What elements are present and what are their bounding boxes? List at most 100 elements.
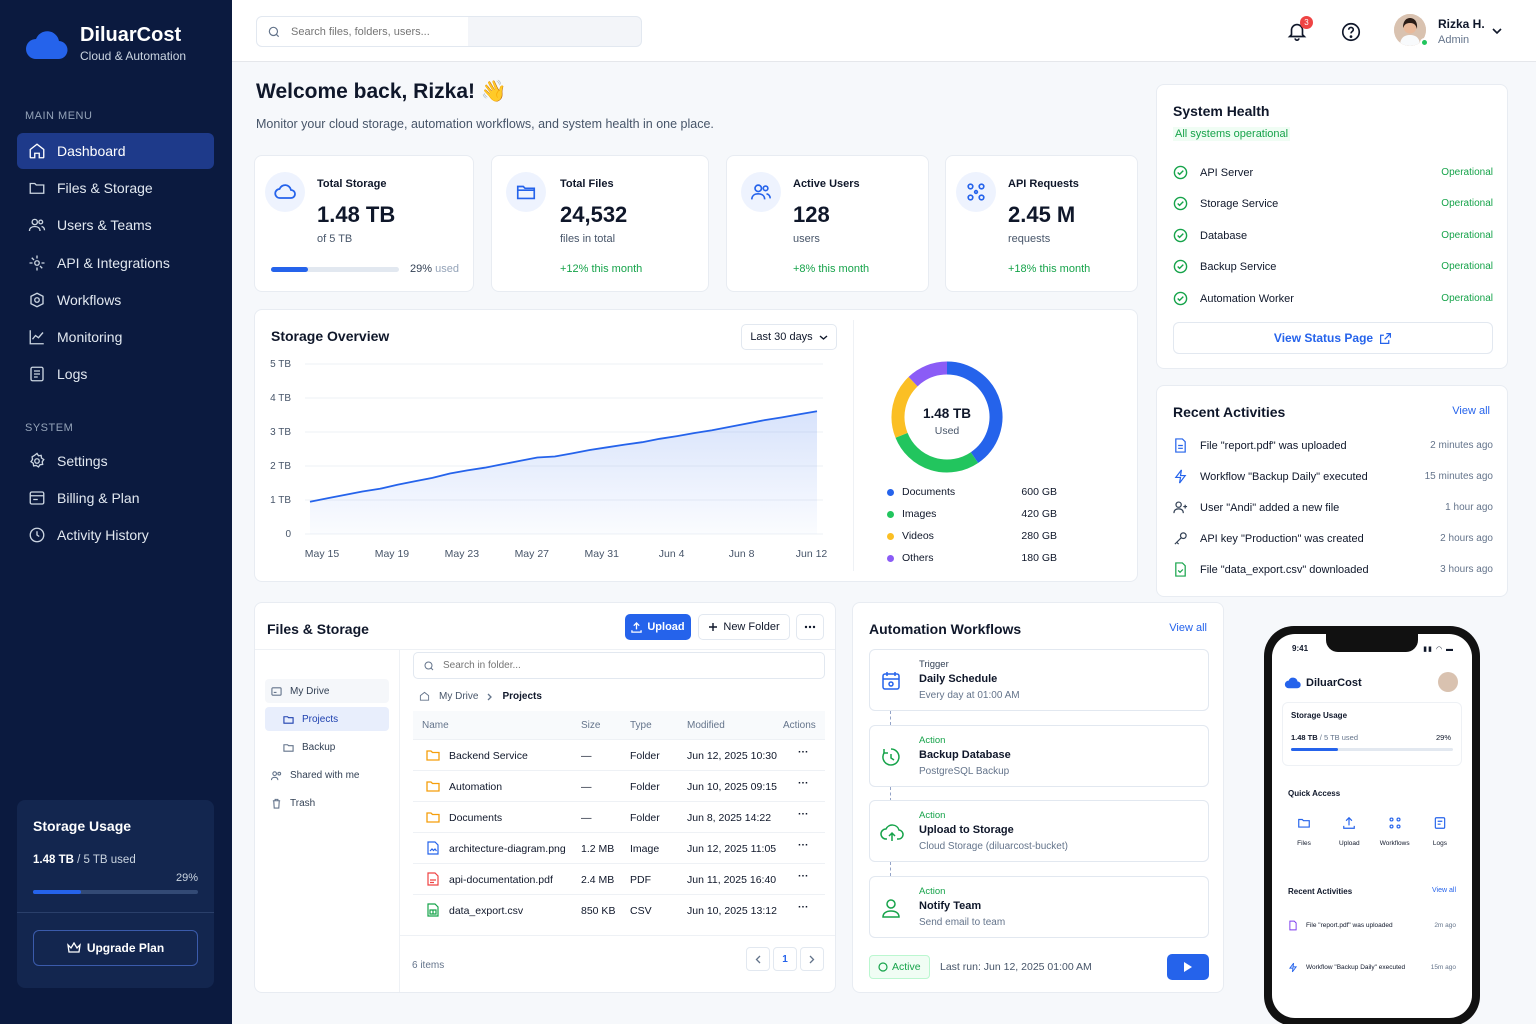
column-header[interactable]: Name xyxy=(422,720,449,731)
activity-row[interactable]: File "data_export.csv" downloaded 3 hours… xyxy=(1173,562,1493,577)
tree-backup[interactable]: Backup xyxy=(265,735,389,759)
file-icon xyxy=(1289,920,1297,931)
workflow-step-kind: Action xyxy=(919,810,946,821)
column-header[interactable]: Size xyxy=(581,720,600,731)
quick-workflows[interactable]: Workflows xyxy=(1377,816,1413,847)
activity-row[interactable]: API key "Production" was created 2 hours … xyxy=(1173,531,1493,546)
activity-time: 1 hour ago xyxy=(1445,502,1493,513)
service-name: API Server xyxy=(1200,166,1254,179)
check-circle-icon xyxy=(1173,228,1188,243)
table-row[interactable]: Automation — Folder Jun 10, 2025 09:15 ·… xyxy=(413,771,825,802)
view-status-page-button[interactable]: View Status Page xyxy=(1173,322,1493,354)
chevron-down-icon[interactable] xyxy=(1491,26,1503,36)
view-all-link[interactable]: View all xyxy=(1452,405,1490,417)
next-page-button[interactable] xyxy=(800,947,824,971)
nav-activity-history[interactable]: Activity History xyxy=(17,517,214,553)
legend-item: Videos 280 GB xyxy=(887,530,1057,542)
x-tick-label: Jun 8 xyxy=(729,548,755,560)
crown-icon xyxy=(66,942,81,953)
upgrade-plan-button[interactable]: Upgrade Plan xyxy=(33,930,198,966)
nav-settings[interactable]: Settings xyxy=(17,443,214,479)
nav-files-storage[interactable]: Files & Storage xyxy=(17,170,214,206)
check-circle-icon xyxy=(1173,196,1188,211)
workflow-step-title: Notify Team xyxy=(919,900,982,912)
nav-label: API & Integrations xyxy=(57,254,170,271)
activity-text: Workflow "Backup Daily" executed xyxy=(1200,470,1368,483)
nav-dashboard[interactable]: Dashboard xyxy=(17,133,214,169)
search-input[interactable] xyxy=(291,25,591,38)
nav-billing[interactable]: Billing & Plan xyxy=(17,480,214,516)
activity-time: 15 minutes ago xyxy=(1424,471,1493,482)
phone-activity-row[interactable]: File "report.pdf" was uploaded 2m ago xyxy=(1288,920,1456,931)
table-row[interactable]: data_export.csv 850 KB CSV Jun 10, 2025 … xyxy=(413,895,825,926)
file-size: 2.4 MB xyxy=(581,874,615,886)
cloud-icon xyxy=(274,184,296,199)
workflow-step[interactable]: Action Backup Database PostgreSQL Backup xyxy=(869,725,1209,787)
phone-view-all[interactable]: View all xyxy=(1432,887,1456,894)
stat-icon xyxy=(956,172,996,212)
quick-files[interactable]: Files xyxy=(1286,816,1322,847)
activity-row[interactable]: User "Andi" added a new file 1 hour ago xyxy=(1173,500,1493,515)
row-actions-icon[interactable]: ··· xyxy=(798,746,809,758)
workflow-step-kind: Action xyxy=(919,886,946,897)
tree-shared[interactable]: Shared with me xyxy=(265,763,389,787)
table-row[interactable]: Backend Service — Folder Jun 12, 2025 10… xyxy=(413,740,825,771)
folder-icon xyxy=(426,781,440,792)
table-row[interactable]: api-documentation.pdf 2.4 MB PDF Jun 11,… xyxy=(413,864,825,895)
tree-my-drive[interactable]: My Drive xyxy=(265,679,389,703)
more-options-button[interactable] xyxy=(796,614,824,640)
phone-avatar[interactable] xyxy=(1438,672,1458,692)
nav-workflows[interactable]: Workflows xyxy=(17,282,214,318)
run-workflow-button[interactable] xyxy=(1167,954,1209,980)
x-tick-label: May 19 xyxy=(375,548,410,560)
folder-search[interactable] xyxy=(413,652,825,679)
column-header[interactable]: Type xyxy=(630,720,652,731)
breadcrumb-root[interactable]: My Drive xyxy=(439,691,478,702)
folder-search-input[interactable] xyxy=(443,660,743,671)
workflow-step[interactable]: Action Notify Team Send email to team xyxy=(869,876,1209,938)
view-all-link[interactable]: View all xyxy=(1169,622,1207,634)
row-actions-icon[interactable]: ··· xyxy=(798,808,809,820)
status-circle-icon xyxy=(878,962,888,972)
help-icon[interactable] xyxy=(1340,21,1362,43)
page-number[interactable]: 1 xyxy=(773,947,797,971)
activity-row[interactable]: Workflow "Backup Daily" executed 15 minut… xyxy=(1173,469,1493,484)
x-tick-label: May 27 xyxy=(515,548,550,560)
phone-activity-row[interactable]: Workflow "Backup Daily" executed 15m ago xyxy=(1288,962,1456,973)
phone-activity-time: 2m ago xyxy=(1434,922,1456,929)
row-actions-icon[interactable]: ··· xyxy=(798,901,809,913)
prev-page-button[interactable] xyxy=(746,947,770,971)
legend-item: Images 420 GB xyxy=(887,508,1057,520)
nav-api-integrations[interactable]: API & Integrations xyxy=(17,245,214,281)
home-icon[interactable] xyxy=(419,691,430,702)
nav-logs[interactable]: Logs xyxy=(17,356,214,392)
table-row[interactable]: Documents — Folder Jun 8, 2025 14:22 ··· xyxy=(413,802,825,833)
workflow-step-kind: Trigger xyxy=(919,659,949,670)
tree-projects[interactable]: Projects xyxy=(265,707,389,731)
billing-icon xyxy=(29,491,45,505)
global-search[interactable] xyxy=(256,16,642,47)
tree-label: Projects xyxy=(302,713,339,725)
activity-row[interactable]: File "report.pdf" was uploaded 2 minutes … xyxy=(1173,438,1493,453)
phone-time: 9:41 xyxy=(1292,644,1309,653)
brand[interactable]: DiluarCost Cloud & Automation xyxy=(24,24,186,63)
quick-upload[interactable]: Upload xyxy=(1331,816,1367,847)
new-folder-button[interactable]: New Folder xyxy=(698,614,790,640)
storage-percent-text: 29% used xyxy=(410,263,459,275)
nav-users-teams[interactable]: Users & Teams xyxy=(17,207,214,243)
user-name[interactable]: Rizka H. xyxy=(1438,17,1485,31)
column-header[interactable]: Modified xyxy=(687,720,725,731)
row-actions-icon[interactable]: ··· xyxy=(798,777,809,789)
x-tick-label: Jun 4 xyxy=(659,548,685,560)
online-status-dot xyxy=(1420,38,1429,47)
row-actions-icon[interactable]: ··· xyxy=(798,839,809,851)
workflow-step[interactable]: Trigger Daily Schedule Every day at 01:0… xyxy=(869,649,1209,711)
nav-monitoring[interactable]: Monitoring xyxy=(17,319,214,355)
tree-trash[interactable]: Trash xyxy=(265,791,389,815)
upload-button[interactable]: Upload xyxy=(625,614,691,640)
table-row[interactable]: architecture-diagram.png 1.2 MB Image Ju… xyxy=(413,833,825,864)
files-title: Files & Storage xyxy=(267,621,369,637)
quick-logs[interactable]: Logs xyxy=(1422,816,1458,847)
row-actions-icon[interactable]: ··· xyxy=(798,870,809,882)
workflow-step[interactable]: Action Upload to Storage Cloud Storage (… xyxy=(869,800,1209,862)
